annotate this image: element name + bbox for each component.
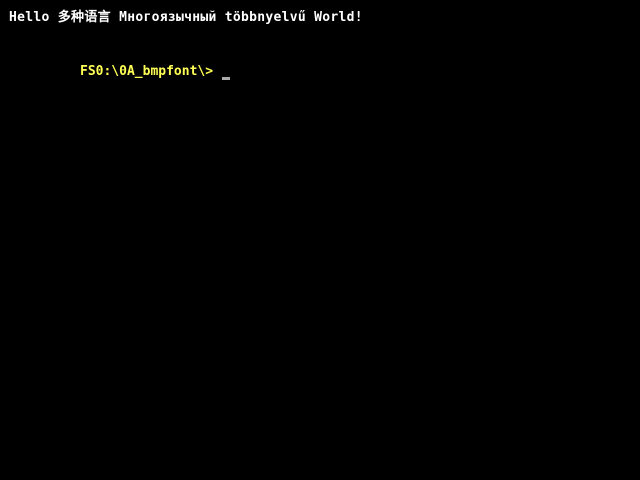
banner-text: Hello 多种语言 Многоязычный többnyelvű World… (9, 10, 363, 25)
text-cursor (222, 76, 231, 80)
shell-prompt: FS0:\0A_bmpfont\> (80, 64, 214, 79)
terminal-screen[interactable]: Hello 多种语言 Многоязычный többnyelvű World… (0, 0, 640, 480)
command-line[interactable]: FS0:\0A_bmpfont\> (80, 63, 231, 81)
